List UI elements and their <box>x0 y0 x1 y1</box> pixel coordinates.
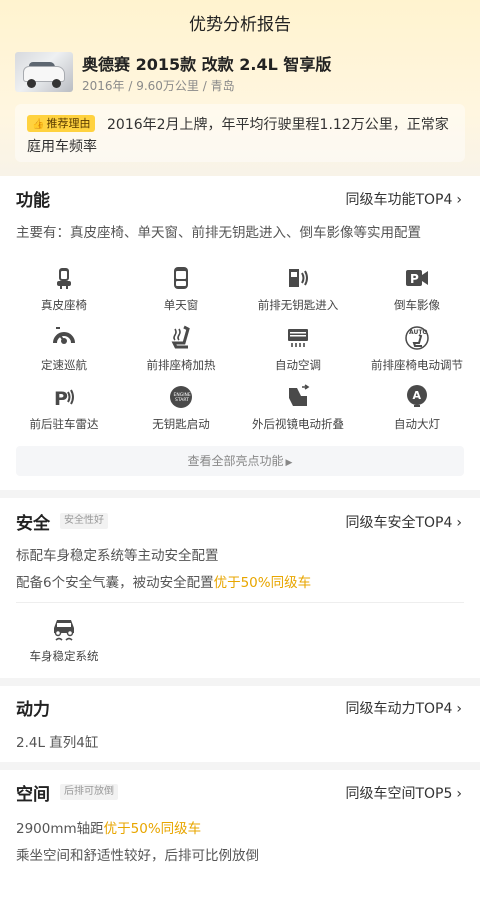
space-line1: 2900mm轴距优于50%同级车 <box>16 817 201 837</box>
power-card: 动力 同级车动力TOP4 › 2.4L 直列4缸 <box>0 686 480 762</box>
feature-item: 定速巡航 <box>4 325 124 373</box>
feature-item: 前排座椅加热 <box>121 325 241 373</box>
svg-text:AUTO: AUTO <box>409 329 428 336</box>
mirror-fold-icon <box>289 384 310 406</box>
feature-item: 真皮座椅 <box>4 265 124 313</box>
chevron-right-icon: › <box>456 701 462 717</box>
feature-item: P 倒车影像 <box>357 265 477 313</box>
safety-badge: 安全性好 <box>60 513 108 529</box>
reason-tag: 👍 推荐理由 <box>27 115 96 132</box>
feature-item: 前排无钥匙进入 <box>238 265 358 313</box>
safety-line2: 配备6个安全气囊，被动安全配置优于50%同级车 <box>16 571 311 591</box>
chevron-right-icon: › <box>456 786 462 802</box>
space-rank-link[interactable]: 同级车空间TOP5 › <box>345 783 462 803</box>
space-rank-label: 同级车空间TOP5 <box>345 786 453 802</box>
feature-label: 外后视镜电动折叠 <box>252 417 344 431</box>
keyless-start-icon: ENGINESTART <box>170 386 192 408</box>
feature-label: 自动大灯 <box>394 417 440 431</box>
svg-text:P: P <box>410 272 419 286</box>
space-title: 空间 <box>16 785 50 805</box>
car-name: 奥德赛 2015款 改款 2.4L 智享版 <box>82 55 332 74</box>
feature-item: 车身稳定系统 <box>4 616 124 664</box>
leather-seat-icon <box>57 268 71 289</box>
safety-rank-link[interactable]: 同级车安全TOP4 › <box>345 512 462 532</box>
feature-item: AUTO 前排座椅电动调节 <box>357 325 477 373</box>
space-line2: 乘坐空间和舒适性较好，后排可比例放倒 <box>16 848 259 864</box>
feature-label: 倒车影像 <box>394 298 440 312</box>
car-meta: 2016年 / 9.60万公里 / 青岛 <box>82 79 235 93</box>
safety-card: 安全 安全性好 同级车安全TOP4 › 标配车身稳定系统等主动安全配置 配备6个安… <box>0 498 480 678</box>
function-title: 功能 <box>16 191 50 211</box>
function-rank-label: 同级车功能TOP4 <box>345 192 453 208</box>
safety-line2-prefix: 配备6个安全气囊，被动安全配置 <box>16 575 214 591</box>
safety-line2-highlight: 优于50%同级车 <box>213 575 312 591</box>
svg-text:P: P <box>54 388 68 410</box>
feature-label: 前排座椅电动调节 <box>371 358 463 372</box>
cruise-control-icon <box>53 327 75 344</box>
power-seat-icon: AUTO <box>405 326 429 350</box>
parking-radar-icon: P <box>54 388 74 410</box>
reverse-camera-icon: P <box>406 270 428 286</box>
power-rank-link[interactable]: 同级车动力TOP4 › <box>345 698 462 718</box>
function-summary: 主要有：真皮座椅、单天窗、前排无钥匙进入、倒车影像等实用配置 <box>16 225 421 241</box>
space-badge: 后排可放倒 <box>60 784 118 800</box>
auto-ac-icon <box>288 329 308 347</box>
divider <box>16 602 464 603</box>
thumbs-up-icon: 👍 <box>32 119 45 130</box>
safety-title: 安全 <box>16 514 50 534</box>
safety-rank-label: 同级车安全TOP4 <box>345 515 453 531</box>
function-rank-link[interactable]: 同级车功能TOP4 › <box>345 189 462 209</box>
feature-label: 无钥匙启动 <box>152 417 210 431</box>
feature-item: 单天窗 <box>121 265 241 313</box>
reason-tag-label: 推荐理由 <box>46 117 91 130</box>
feature-item: 自动空调 <box>238 325 358 373</box>
feature-label: 单天窗 <box>163 298 199 312</box>
feature-label: 自动空调 <box>275 358 321 372</box>
sunroof-icon <box>174 267 188 289</box>
feature-item: P 前后驻车雷达 <box>4 384 124 432</box>
svg-text:A: A <box>413 389 422 402</box>
power-text: 2.4L 直列4缸 <box>16 735 99 751</box>
view-all-features-button[interactable]: 查看全部亮点功能 ▶ <box>16 446 464 476</box>
space-line1-highlight: 优于50%同级车 <box>103 821 202 837</box>
feature-item: ENGINE START 无钥匙启动 <box>121 384 241 432</box>
triangle-right-icon: ▶ <box>285 458 293 468</box>
esp-icon <box>54 620 74 641</box>
power-rank-label: 同级车动力TOP4 <box>345 701 453 717</box>
feature-label: 前后驻车雷达 <box>29 417 99 431</box>
recommend-reason-card: 2016年2月上牌，年平均行驶里程1.12万公里，正常家庭用车频率 👍 推荐理由 <box>15 104 465 162</box>
view-all-features-label: 查看全部亮点功能 <box>187 454 284 468</box>
chevron-right-icon: › <box>456 192 462 208</box>
space-card: 空间 后排可放倒 同级车空间TOP5 › 2900mm轴距优于50%同级车 乘坐空… <box>0 770 480 921</box>
keyless-entry-icon <box>289 269 308 287</box>
car-thumbnail <box>15 52 73 92</box>
feature-item: 外后视镜电动折叠 <box>238 384 358 432</box>
feature-label: 定速巡航 <box>41 358 87 372</box>
feature-label: 前排无钥匙进入 <box>257 298 339 312</box>
space-line1-prefix: 2900mm轴距 <box>16 821 104 837</box>
chevron-right-icon: › <box>456 515 462 531</box>
feature-label: 车身稳定系统 <box>29 649 99 663</box>
page-title: 优势分析报告 <box>189 15 291 35</box>
svg-text:START: START <box>175 397 189 403</box>
feature-label: 真皮座椅 <box>41 298 87 312</box>
safety-line1: 标配车身稳定系统等主动安全配置 <box>16 548 219 564</box>
seat-heating-icon <box>171 325 190 349</box>
power-title: 动力 <box>16 700 50 720</box>
feature-label: 前排座椅加热 <box>146 358 216 372</box>
feature-item: A 自动大灯 <box>357 384 477 432</box>
auto-headlight-icon: A <box>407 385 427 407</box>
function-card: 功能 同级车功能TOP4 › 主要有：真皮座椅、单天窗、前排无钥匙进入、倒车影像等… <box>0 176 480 490</box>
